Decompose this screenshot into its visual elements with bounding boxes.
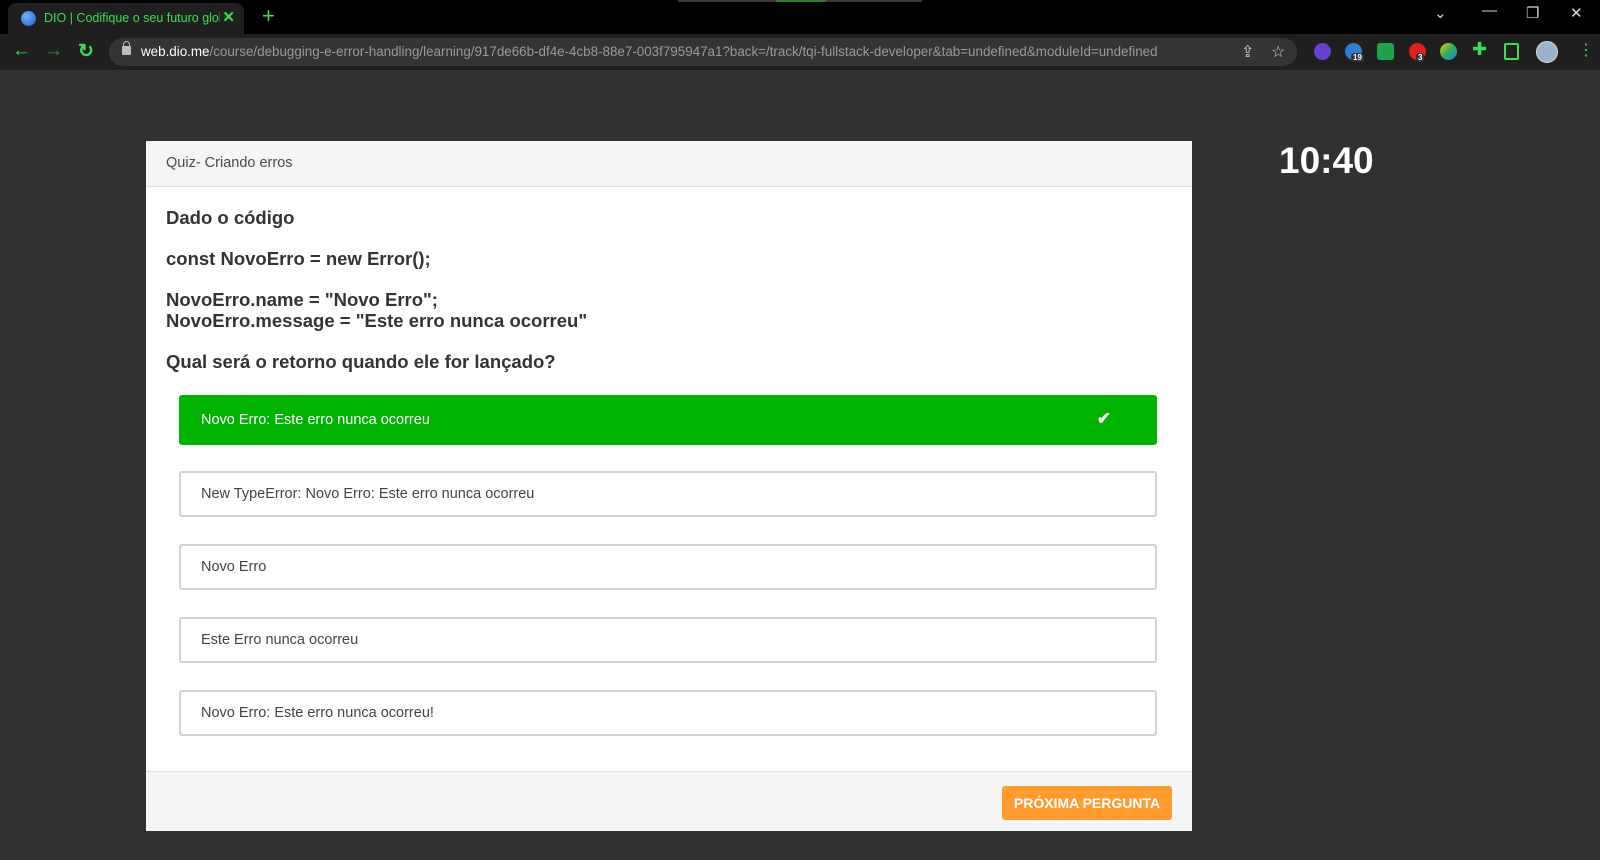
answer-option-3[interactable]: Novo Erro [179,544,1157,590]
extension-badge: 3 [1416,53,1425,62]
address-bar[interactable]: web.dio.me/course/debugging-e-error-hand… [109,38,1297,66]
question-intro: Dado o código [166,207,295,228]
restore-icon[interactable]: ❐ [1526,4,1539,22]
question-code-line: const NovoErro = new Error(); [166,248,431,269]
download-extension-icon[interactable] [1314,43,1331,60]
tab-search-icon[interactable]: ⌄ [1434,4,1447,22]
checkmark-icon: ✔ [1096,409,1111,428]
browser-tab-bar: DIO | Codifique o seu futuro global ✕ + … [0,0,1600,34]
browser-toolbar: ← → ↻ web.dio.me/course/debugging-e-erro… [0,34,1600,70]
side-panel-icon[interactable] [1504,43,1519,60]
answer-option-label: Novo Erro: Este erro nunca ocorreu! [201,705,434,721]
url-text: web.dio.me/course/debugging-e-error-hand… [141,44,1241,59]
dio-favicon-icon [21,11,36,26]
answer-option-label: Este Erro nunca ocorreu [201,632,359,648]
answer-option-label: Novo Erro [201,559,267,575]
forward-arrow-icon[interactable]: → [44,40,63,62]
extension-icon[interactable] [1440,43,1457,60]
url-host: web.dio.me [141,44,210,59]
tab-close-icon[interactable]: ✕ [222,8,235,26]
quiz-card-header: Quiz- Criando erros [146,141,1192,187]
extension-badge: 19 [1351,53,1364,62]
answer-option-5[interactable]: Novo Erro: Este erro nunca ocorreu! [179,690,1157,736]
profile-avatar[interactable] [1536,41,1558,63]
new-tab-button[interactable]: + [262,3,275,29]
lock-icon [122,41,131,55]
browser-tab-active[interactable]: DIO | Codifique o seu futuro global ✕ [8,3,244,34]
question-code-line: NovoErro.message = "Este erro nunca ocor… [166,310,588,331]
quiz-title: Quiz- Criando erros [166,155,293,171]
shield-extension-icon[interactable] [1377,43,1394,60]
menu-kebab-icon[interactable]: ⋮ [1578,40,1594,60]
quiz-card: Quiz- Criando erros Dado o código const … [146,141,1192,831]
question-code-line: NovoErro.name = "Novo Erro"; [166,289,438,310]
answer-option-4[interactable]: Este Erro nunca ocorreu [179,617,1157,663]
answer-option-label: New TypeError: Novo Erro: Este erro nunc… [201,486,535,502]
close-window-icon[interactable]: ✕ [1570,4,1583,22]
quiz-card-footer: PRÓXIMA PERGUNTA [146,771,1192,831]
answer-option-label: Novo Erro: Este erro nunca ocorreu [201,412,430,428]
extensions-puzzle-icon[interactable]: ✚ [1472,39,1487,60]
reload-icon[interactable]: ↻ [78,40,94,63]
minimize-icon[interactable]: — [1482,2,1497,19]
answer-option-1[interactable]: Novo Erro: Este erro nunca ocorreu ✔ [179,395,1157,445]
bookmark-star-icon[interactable]: ☆ [1271,42,1285,62]
question-prompt: Qual será o retorno quando ele for lança… [166,351,556,372]
back-arrow-icon[interactable]: ← [12,40,31,62]
share-icon[interactable]: ⇪ [1241,42,1254,62]
answer-option-2[interactable]: New TypeError: Novo Erro: Este erro nunc… [179,471,1157,517]
url-path: /course/debugging-e-error-handling/learn… [209,44,1158,59]
next-question-button[interactable]: PRÓXIMA PERGUNTA [1002,786,1172,820]
loading-indicator [678,0,922,2]
quiz-timer: 10:40 [1279,140,1374,181]
tab-title: DIO | Codifique o seu futuro global [44,11,220,25]
